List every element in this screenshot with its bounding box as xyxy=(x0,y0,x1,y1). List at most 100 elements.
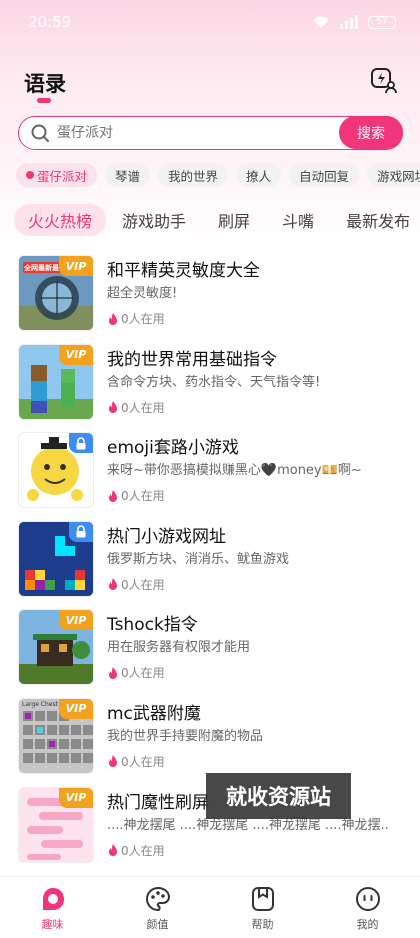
item-thumbnail: VIP xyxy=(18,786,94,863)
lock-icon xyxy=(76,436,86,450)
tab-banter[interactable]: 斗嘴 xyxy=(266,204,330,236)
profile-face-icon xyxy=(355,887,380,911)
item-thumbnail xyxy=(18,432,94,509)
usage-count: 0人在用 xyxy=(121,312,165,326)
tag-label: 自动回复 xyxy=(299,168,350,184)
tag-label: 游戏网址 xyxy=(377,168,420,184)
usage-count: 0人在用 xyxy=(121,666,165,681)
tag-dot-icon xyxy=(26,171,34,179)
flame-icon xyxy=(109,489,117,502)
watermark: 就收资源站 xyxy=(206,773,351,819)
flame-icon xyxy=(109,401,117,414)
tab-latest[interactable]: 最新发布 xyxy=(330,204,420,236)
item-thumbnail xyxy=(18,520,94,597)
tag-chip[interactable]: 游戏网址 xyxy=(367,163,420,187)
lock-badge xyxy=(69,433,93,454)
search-button[interactable]: 搜索 xyxy=(339,116,403,149)
bottom-nav: 趣味 颜值 帮助 我的 xyxy=(0,876,420,938)
lock-icon xyxy=(76,525,86,538)
item-usage: 0人在用 xyxy=(107,753,165,770)
item-usage: 0人在用 xyxy=(107,842,165,859)
item-thumbnail: VIP xyxy=(18,609,94,686)
vip-badge: VIP xyxy=(59,256,93,276)
battery-icon: 57 xyxy=(368,15,396,29)
item-usage: 0人在用 xyxy=(107,664,165,681)
list-item[interactable]: VIP Tshock指令 用在服务器有权限才能用 0人在用 xyxy=(0,604,420,693)
item-description: 我的世界手持要附魔的物品 xyxy=(107,728,264,744)
list-item[interactable]: Large Chest VIP mc武器附魔 我的世界手持要附魔的物品 0人在用 xyxy=(0,693,420,782)
item-usage: 0人在用 xyxy=(107,576,165,593)
search-input[interactable] xyxy=(57,125,307,141)
signal-icon xyxy=(340,15,358,29)
wifi-icon xyxy=(313,16,329,28)
flame-icon xyxy=(109,666,117,679)
palette-icon xyxy=(145,886,170,912)
list-item[interactable]: 全网最新最 VIP 和平精英灵敏度大全 超全灵敏度! 0人在用 xyxy=(0,250,420,339)
tag-chip[interactable]: 我的世界 xyxy=(158,163,229,187)
list-item[interactable]: VIP 我的世界常用基础指令 含命令方块、药水指令、天气指令等! 0人在用 xyxy=(0,339,420,428)
nav-item-help[interactable]: 帮助 xyxy=(210,877,315,938)
item-description: 含命令方块、药水指令、天气指令等! xyxy=(107,374,321,390)
thumb-caption: Large Chest xyxy=(22,700,58,708)
fun-icon xyxy=(42,888,64,910)
tab-spam[interactable]: 刷屏 xyxy=(202,204,266,236)
nav-label: 颜值 xyxy=(146,918,169,931)
item-thumbnail: VIP xyxy=(18,343,94,420)
tag-chip[interactable]: 琴谱 xyxy=(105,163,151,187)
usage-count: 0人在用 xyxy=(121,754,165,769)
tag-chip[interactable]: 自动回复 xyxy=(289,163,360,187)
flame-icon xyxy=(109,578,117,591)
tab-game-helper[interactable]: 游戏助手 xyxy=(106,204,202,236)
status-time: 20:59 xyxy=(28,13,72,31)
status-bar: 20:59 57 xyxy=(0,0,420,44)
page-title: 语录 xyxy=(24,72,66,96)
tag-label: 我的世界 xyxy=(168,168,219,184)
tag-label: 蛋仔派对 xyxy=(37,168,88,184)
status-icons: 57 xyxy=(312,15,396,29)
item-description: 来呀~带你恶搞模拟赚黑心🖤money💴啊~ xyxy=(107,463,362,479)
nav-label: 我的 xyxy=(356,918,379,931)
item-usage: 0人在用 xyxy=(107,487,165,504)
item-title: 热门小游戏网址 xyxy=(107,526,226,547)
tag-label: 撩人 xyxy=(246,168,272,184)
list-item[interactable]: 热门小游戏网址 俄罗斯方块、消消乐、鱿鱼游戏 0人在用 xyxy=(0,516,420,605)
title-underline xyxy=(37,98,51,103)
tab-hot[interactable]: 火火热榜 xyxy=(14,204,107,236)
item-title: 热门魔性刷屏 xyxy=(107,792,209,813)
item-thumbnail: 全网最新最 VIP xyxy=(18,255,94,331)
list-item[interactable]: emoji套路小游戏 来呀~带你恶搞模拟赚黑心🖤money💴啊~ 0人在用 xyxy=(0,427,420,516)
nav-item-looks[interactable]: 颜值 xyxy=(105,877,210,938)
item-title: 和平精英灵敏度大全 xyxy=(107,261,260,281)
item-description: 俄罗斯方块、消消乐、鱿鱼游戏 xyxy=(107,551,290,567)
vip-badge: VIP xyxy=(59,610,93,631)
item-description: 超全灵敏度! xyxy=(107,286,178,301)
tag-chip[interactable]: 蛋仔派对 xyxy=(16,163,98,187)
item-title: Tshock指令 xyxy=(107,615,198,636)
item-usage: 0人在用 xyxy=(107,399,165,416)
help-bookmark-icon xyxy=(251,887,274,911)
page-header: 语录 xyxy=(0,58,420,108)
item-title: 我的世界常用基础指令 xyxy=(107,349,277,370)
usage-count: 0人在用 xyxy=(121,577,165,592)
item-title: mc武器附魔 xyxy=(107,703,201,724)
flame-icon xyxy=(109,755,117,768)
item-title: emoji套路小游戏 xyxy=(107,438,239,459)
user-tip-icon[interactable] xyxy=(370,66,398,94)
vip-badge: VIP xyxy=(59,698,93,719)
item-usage: 0人在用 xyxy=(107,310,165,327)
tag-chip[interactable]: 撩人 xyxy=(236,163,282,187)
vip-badge: VIP xyxy=(59,344,93,365)
item-description: 用在服务器有权限才能用 xyxy=(107,640,251,656)
battery-level: 57 xyxy=(376,16,388,27)
search-icon xyxy=(31,124,49,142)
usage-count: 0人在用 xyxy=(121,843,165,858)
usage-count: 0人在用 xyxy=(121,489,165,504)
tag-label: 琴谱 xyxy=(115,168,141,184)
vip-badge: VIP xyxy=(59,787,93,808)
nav-item-fun[interactable]: 趣味 xyxy=(0,877,105,938)
quick-tag-list: 蛋仔派对 琴谱 我的世界 撩人 自动回复 游戏网址 xyxy=(16,163,420,189)
thumb-caption: 全网最新最 xyxy=(24,264,59,272)
search-bar: 搜索 xyxy=(18,116,403,150)
flame-icon xyxy=(109,312,117,325)
nav-item-me[interactable]: 我的 xyxy=(315,877,420,938)
